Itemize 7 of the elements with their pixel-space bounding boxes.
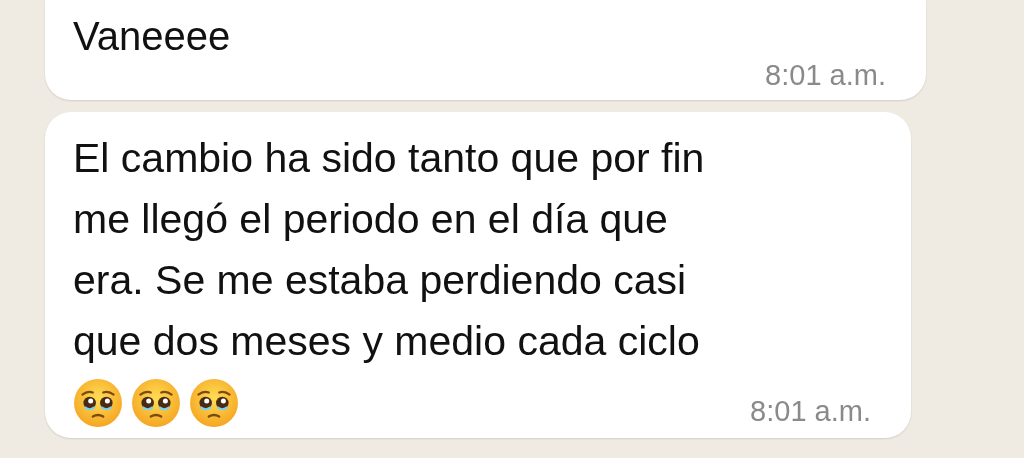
pleading-face-icon [131, 378, 181, 428]
pleading-face-icon [73, 378, 123, 428]
message-text: El cambio ha sido tanto que por fin me llegó el periodo en el día que era. Se me estaba perdiendo casi que dos meses y medio cada ciclo [73, 134, 706, 366]
message-time: 8:01 a.m. [765, 59, 886, 92]
pleading-face-icon [189, 378, 239, 428]
message-time: 8:01 a.m. [750, 395, 871, 428]
sender-name: Vaneeee [73, 14, 232, 59]
